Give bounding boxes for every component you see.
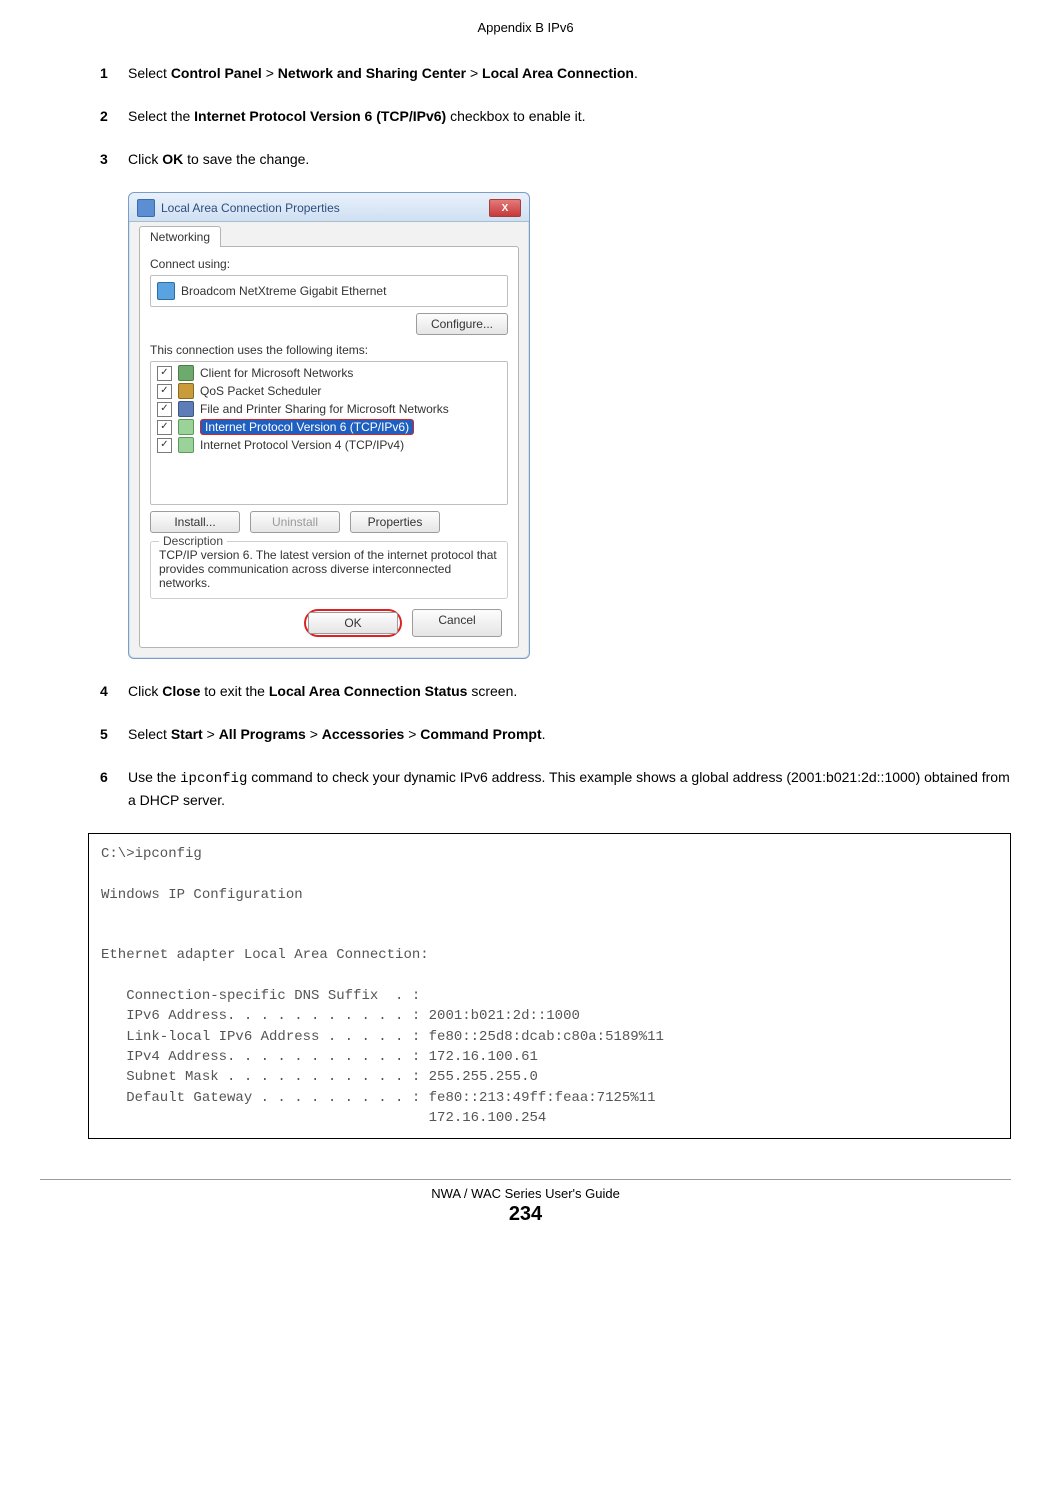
step-5-bold-2: All Programs bbox=[219, 726, 306, 742]
checkbox-icon[interactable]: ✓ bbox=[157, 420, 172, 435]
protocol-icon bbox=[178, 437, 194, 453]
step-4-bold-1: Close bbox=[162, 683, 200, 699]
step-4-mid: to exit the bbox=[200, 683, 268, 699]
protocol-icon bbox=[178, 419, 194, 435]
step-5-sep2: > bbox=[306, 726, 322, 742]
step-3-text: Click OK to save the change. bbox=[128, 149, 1011, 170]
list-item-ipv6[interactable]: ✓ Internet Protocol Version 6 (TCP/IPv6) bbox=[153, 418, 505, 436]
ok-button[interactable]: OK bbox=[308, 612, 398, 634]
step-6-text: Use the ipconfig command to check your d… bbox=[128, 767, 1011, 811]
items-listbox[interactable]: ✓ Client for Microsoft Networks ✓ QoS Pa… bbox=[150, 361, 508, 505]
dialog-titlebar: Local Area Connection Properties X bbox=[129, 193, 529, 222]
step-3-pre: Click bbox=[128, 151, 162, 167]
step-3-post: to save the change. bbox=[183, 151, 309, 167]
dialog-title: Local Area Connection Properties bbox=[161, 201, 489, 215]
step-5-bold-4: Command Prompt bbox=[420, 726, 541, 742]
footer-guide-title: NWA / WAC Series User's Guide bbox=[0, 1186, 1051, 1201]
component-icon bbox=[178, 401, 194, 417]
step-2: 2 Select the Internet Protocol Version 6… bbox=[100, 106, 1011, 127]
step-6-code: ipconfig bbox=[180, 771, 247, 787]
list-item[interactable]: ✓ Client for Microsoft Networks bbox=[153, 364, 505, 382]
step-5: 5 Select Start > All Programs > Accessor… bbox=[100, 724, 1011, 745]
step-2-bold: Internet Protocol Version 6 (TCP/IPv6) bbox=[194, 108, 446, 124]
description-text: TCP/IP version 6. The latest version of … bbox=[159, 548, 499, 590]
step-2-post: checkbox to enable it. bbox=[446, 108, 585, 124]
step-5-text: Select Start > All Programs > Accessorie… bbox=[128, 724, 1011, 745]
tab-networking[interactable]: Networking bbox=[139, 226, 221, 247]
step-5-bold-1: Start bbox=[171, 726, 203, 742]
checkbox-icon[interactable]: ✓ bbox=[157, 366, 172, 381]
list-item[interactable]: ✓ Internet Protocol Version 4 (TCP/IPv4) bbox=[153, 436, 505, 454]
step-2-number: 2 bbox=[100, 106, 128, 127]
step-5-post: . bbox=[542, 726, 546, 742]
install-button[interactable]: Install... bbox=[150, 511, 240, 533]
connection-properties-dialog: Local Area Connection Properties X Netwo… bbox=[128, 192, 530, 659]
list-item-label: Internet Protocol Version 6 (TCP/IPv6) bbox=[200, 419, 414, 435]
step-2-pre: Select the bbox=[128, 108, 194, 124]
step-1-text: Select Control Panel > Network and Shari… bbox=[128, 63, 1011, 84]
step-4-pre: Click bbox=[128, 683, 162, 699]
checkbox-icon[interactable]: ✓ bbox=[157, 384, 172, 399]
step-1: 1 Select Control Panel > Network and Sha… bbox=[100, 63, 1011, 84]
component-icon bbox=[178, 365, 194, 381]
ipconfig-output: C:\>ipconfig Windows IP Configuration Et… bbox=[88, 833, 1011, 1139]
dialog-screenshot: Local Area Connection Properties X Netwo… bbox=[128, 192, 1011, 659]
step-6-post: command to check your dynamic IPv6 addre… bbox=[128, 769, 1010, 808]
step-4-number: 4 bbox=[100, 681, 128, 702]
step-6-pre: Use the bbox=[128, 769, 180, 785]
step-3-bold: OK bbox=[162, 151, 183, 167]
cancel-button[interactable]: Cancel bbox=[412, 609, 502, 637]
step-3-number: 3 bbox=[100, 149, 128, 170]
step-3: 3 Click OK to save the change. bbox=[100, 149, 1011, 170]
step-5-sep1: > bbox=[203, 726, 219, 742]
footer-page-number: 234 bbox=[0, 1203, 1051, 1226]
step-1-bold-1: Control Panel bbox=[171, 65, 262, 81]
ok-highlight-ring: OK bbox=[304, 609, 402, 637]
page-header-appendix: Appendix B IPv6 bbox=[40, 20, 1011, 35]
step-1-post: . bbox=[634, 65, 638, 81]
list-item[interactable]: ✓ QoS Packet Scheduler bbox=[153, 382, 505, 400]
step-1-sep1: > bbox=[262, 65, 278, 81]
component-icon bbox=[178, 383, 194, 399]
adapter-name: Broadcom NetXtreme Gigabit Ethernet bbox=[181, 284, 386, 298]
description-legend: Description bbox=[159, 534, 227, 548]
step-1-sep2: > bbox=[466, 65, 482, 81]
step-6: 6 Use the ipconfig command to check your… bbox=[100, 767, 1011, 811]
items-label: This connection uses the following items… bbox=[150, 343, 508, 357]
checkbox-icon[interactable]: ✓ bbox=[157, 438, 172, 453]
list-item-label: Internet Protocol Version 4 (TCP/IPv4) bbox=[200, 438, 404, 452]
dialog-close-button[interactable]: X bbox=[489, 199, 521, 217]
connect-using-label: Connect using: bbox=[150, 257, 508, 271]
step-5-pre: Select bbox=[128, 726, 171, 742]
checkbox-icon[interactable]: ✓ bbox=[157, 402, 172, 417]
uninstall-button[interactable]: Uninstall bbox=[250, 511, 340, 533]
list-item-label: Client for Microsoft Networks bbox=[200, 366, 353, 380]
step-4-post: screen. bbox=[467, 683, 517, 699]
step-1-pre: Select bbox=[128, 65, 171, 81]
step-4: 4 Click Close to exit the Local Area Con… bbox=[100, 681, 1011, 702]
list-item-label: File and Printer Sharing for Microsoft N… bbox=[200, 402, 449, 416]
step-6-number: 6 bbox=[100, 767, 128, 811]
configure-button[interactable]: Configure... bbox=[416, 313, 508, 335]
description-group: Description TCP/IP version 6. The latest… bbox=[150, 541, 508, 599]
adapter-icon bbox=[157, 282, 175, 300]
step-1-bold-2: Network and Sharing Center bbox=[278, 65, 466, 81]
adapter-field: Broadcom NetXtreme Gigabit Ethernet bbox=[150, 275, 508, 307]
properties-button[interactable]: Properties bbox=[350, 511, 440, 533]
network-icon bbox=[137, 199, 155, 217]
step-5-sep3: > bbox=[404, 726, 420, 742]
step-2-text: Select the Internet Protocol Version 6 (… bbox=[128, 106, 1011, 127]
step-1-number: 1 bbox=[100, 63, 128, 84]
list-item[interactable]: ✓ File and Printer Sharing for Microsoft… bbox=[153, 400, 505, 418]
step-5-number: 5 bbox=[100, 724, 128, 745]
step-1-bold-3: Local Area Connection bbox=[482, 65, 634, 81]
list-item-label: QoS Packet Scheduler bbox=[200, 384, 321, 398]
step-4-text: Click Close to exit the Local Area Conne… bbox=[128, 681, 1011, 702]
step-5-bold-3: Accessories bbox=[322, 726, 405, 742]
footer-divider bbox=[40, 1179, 1011, 1180]
step-4-bold-2: Local Area Connection Status bbox=[269, 683, 468, 699]
